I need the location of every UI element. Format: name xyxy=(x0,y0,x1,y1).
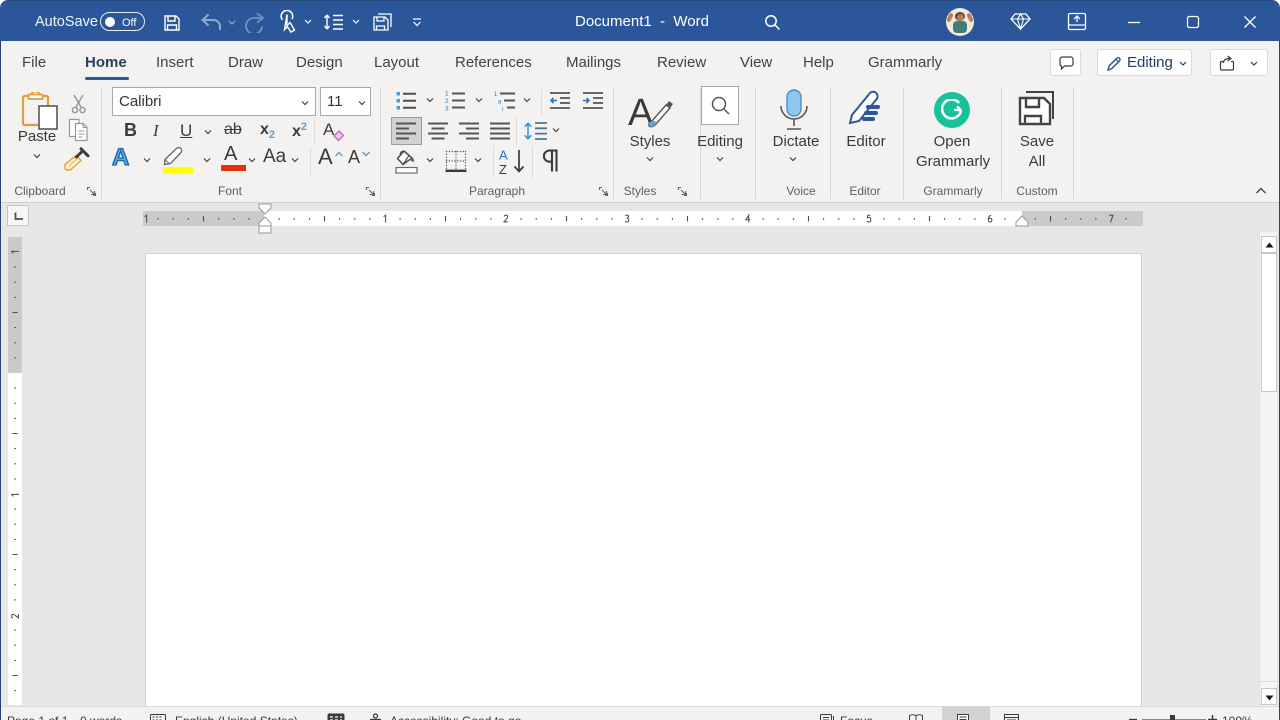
svg-text:i: i xyxy=(502,107,503,111)
svg-text:a: a xyxy=(498,100,502,106)
svg-text:A: A xyxy=(499,148,508,163)
svg-text:1: 1 xyxy=(445,91,449,98)
svg-text:Z: Z xyxy=(499,162,507,175)
svg-text:2: 2 xyxy=(445,98,449,105)
svg-text:1: 1 xyxy=(494,92,498,98)
svg-text:3: 3 xyxy=(445,106,449,112)
